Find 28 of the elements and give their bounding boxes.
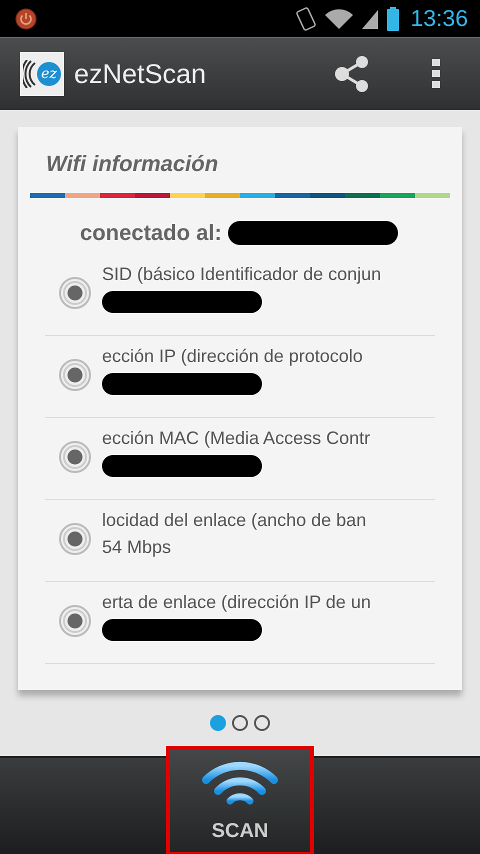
card-title: Wifi información bbox=[46, 151, 220, 177]
radio-icon bbox=[58, 604, 92, 638]
logo-text: ez bbox=[37, 62, 61, 86]
menu-icon[interactable] bbox=[432, 59, 442, 89]
app-title: ezNetScan bbox=[74, 58, 206, 90]
radio-icon bbox=[58, 522, 92, 556]
signal-waves-icon bbox=[23, 60, 37, 88]
radio-icon bbox=[58, 276, 92, 310]
info-label: SID (básico Identificador de conjun bbox=[102, 264, 382, 285]
radio-icon bbox=[58, 440, 92, 474]
wifi-icon bbox=[324, 6, 354, 30]
connected-label: conectado al: bbox=[80, 220, 222, 246]
info-label: ección MAC (Media Access Contr bbox=[102, 428, 370, 449]
radio-icon bbox=[58, 358, 92, 392]
scan-button[interactable]: SCAN bbox=[166, 746, 314, 854]
info-label: erta de enlace (dirección IP de un bbox=[102, 592, 371, 613]
page-indicator-dot[interactable] bbox=[254, 715, 270, 731]
info-label: ección IP (dirección de protocolo bbox=[102, 346, 363, 367]
share-icon[interactable] bbox=[334, 55, 370, 93]
wifi-icon bbox=[200, 760, 280, 806]
battery-icon bbox=[386, 6, 400, 32]
page-indicator-dot[interactable] bbox=[210, 715, 226, 731]
info-label: locidad del enlace (ancho de ban bbox=[102, 510, 366, 531]
page-indicator-dot[interactable] bbox=[232, 715, 248, 731]
vibrate-icon bbox=[294, 6, 318, 32]
power-icon bbox=[15, 8, 37, 30]
info-value: 54 Mbps bbox=[102, 537, 172, 558]
status-time: 13:36 bbox=[410, 5, 468, 32]
